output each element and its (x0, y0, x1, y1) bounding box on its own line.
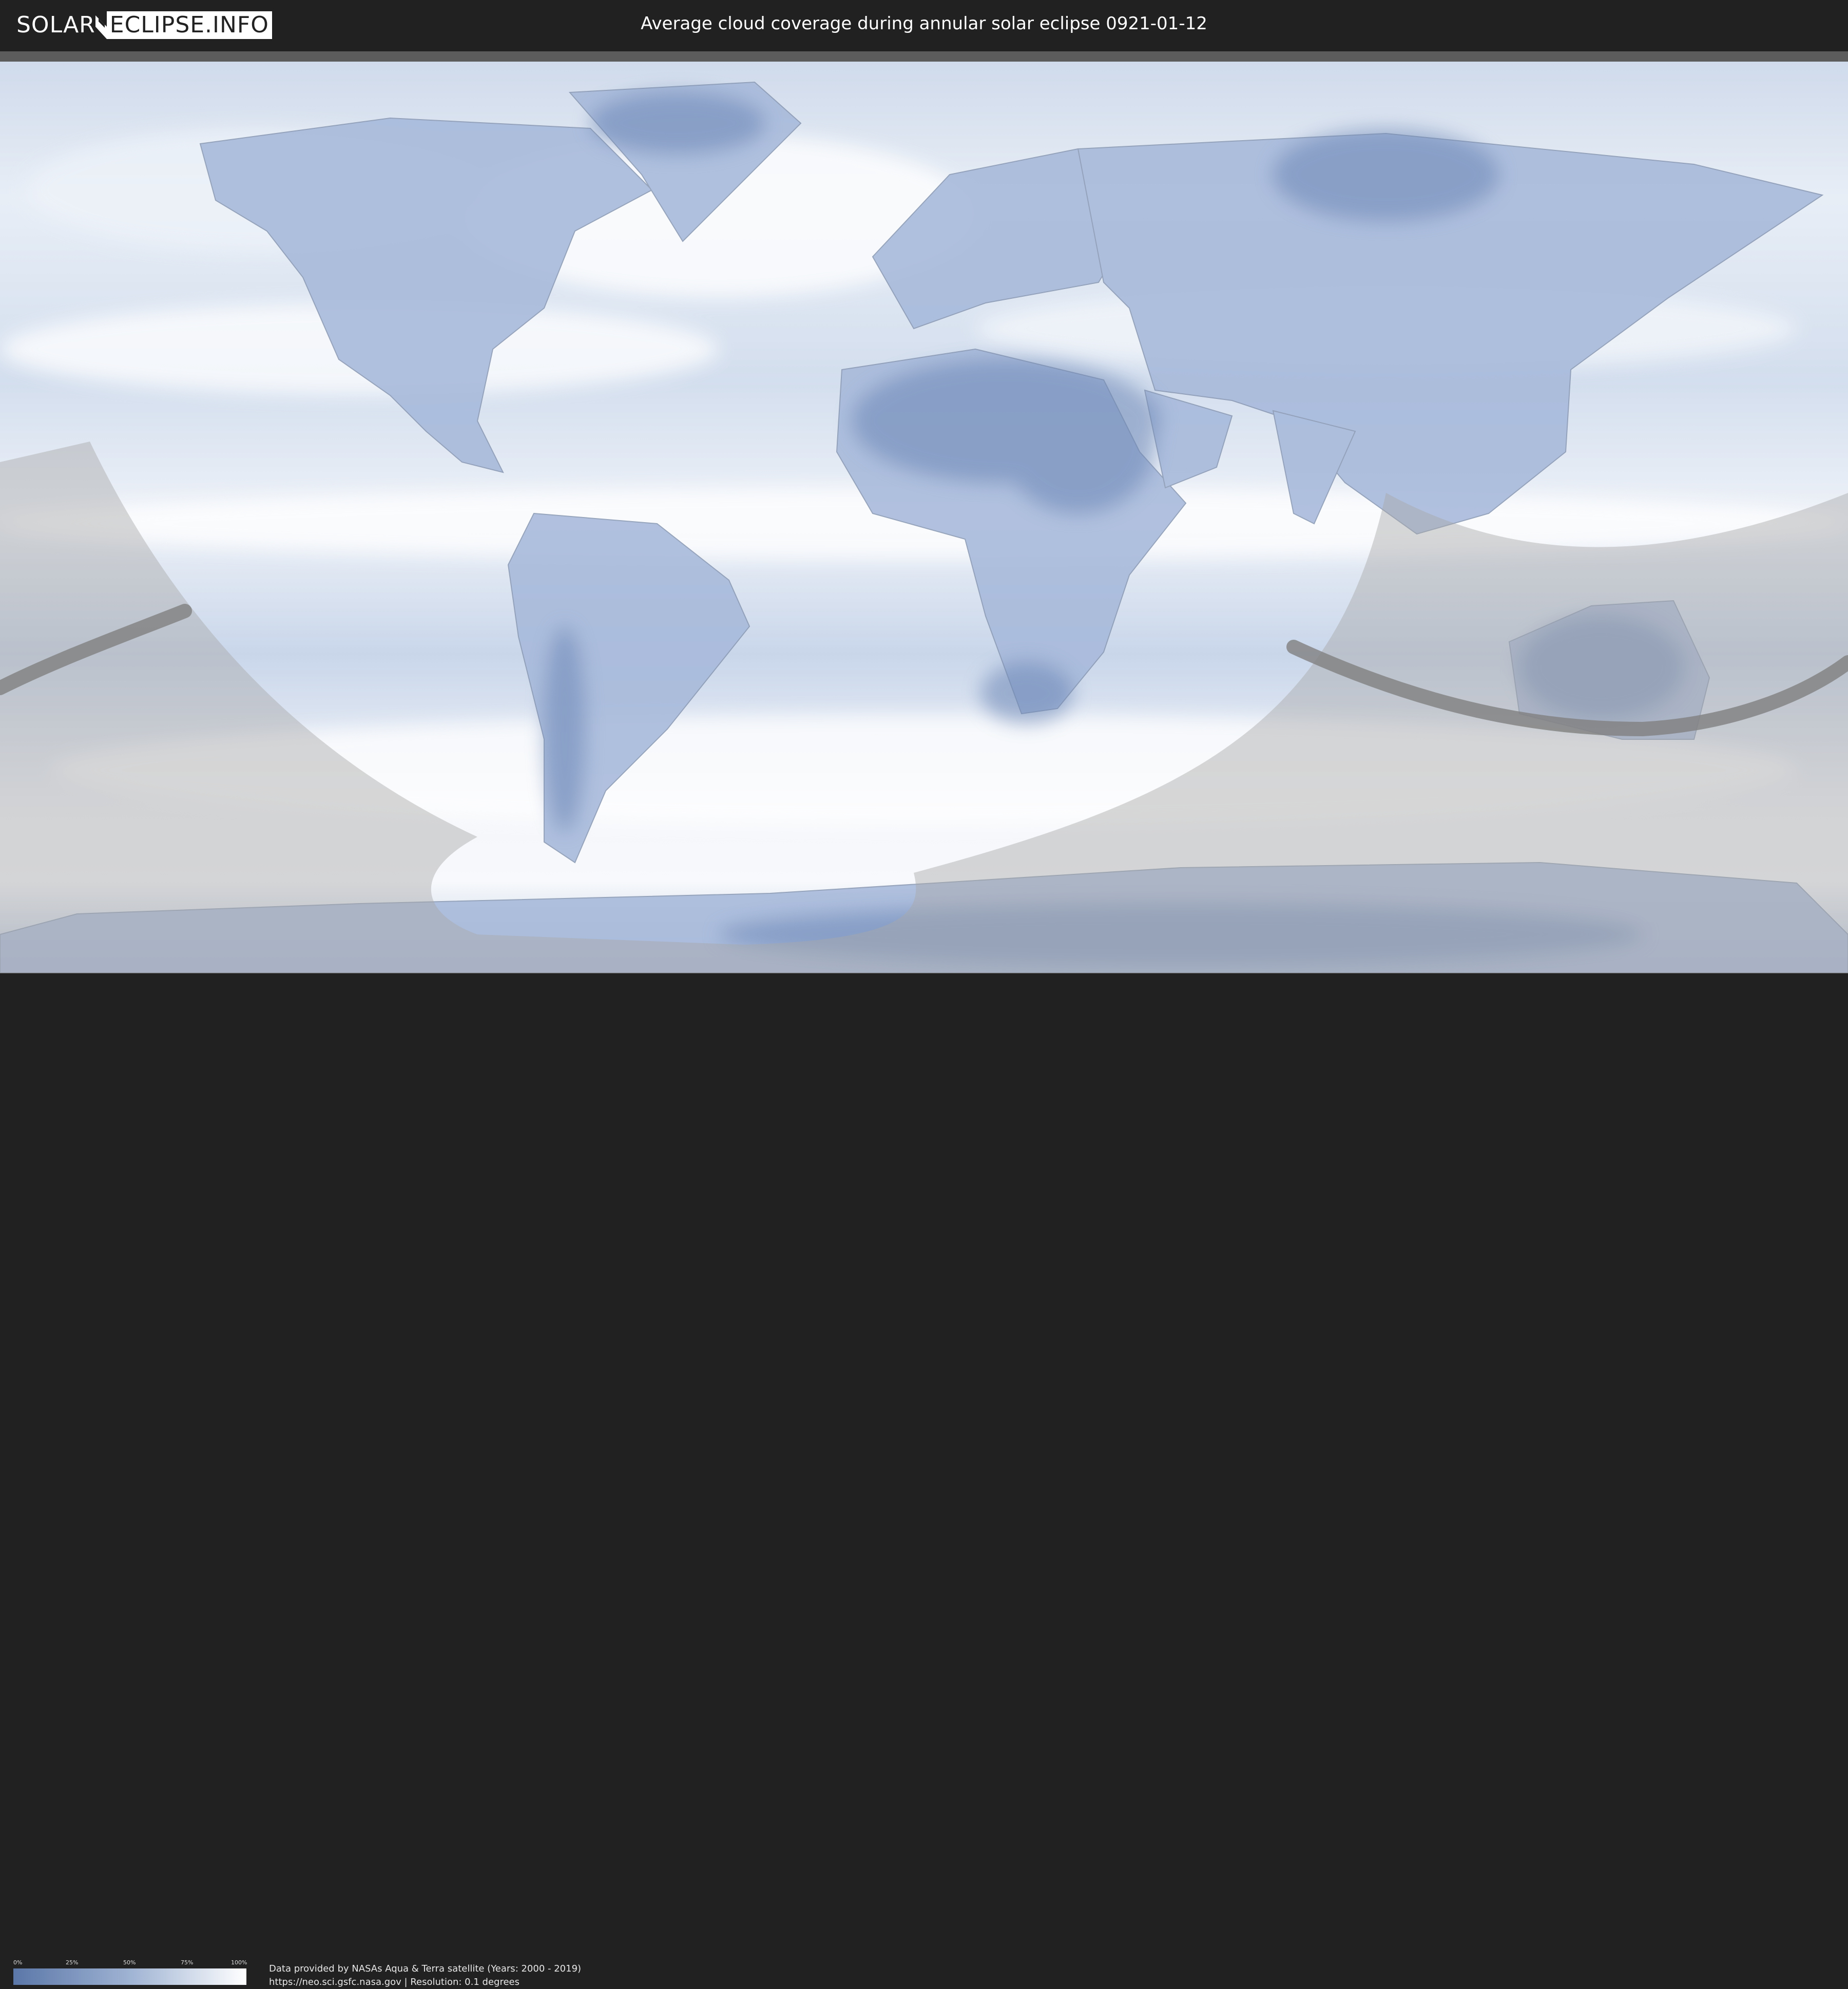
credit-line-source: Data provided by NASAs Aqua & Terra sate… (269, 1963, 582, 1974)
legend-gradient-bar (13, 1968, 246, 1985)
cloud-coverage-legend: 0% 25% 50% 75% 100% (13, 1959, 247, 1985)
footer-bar: 0% 25% 50% 75% 100% Data provided by NAS… (0, 973, 1848, 1987)
legend-ticks: 0% 25% 50% 75% 100% (13, 1959, 247, 1967)
legend-tick-75: 75% (181, 1959, 194, 1966)
legend-tick-100: 100% (231, 1959, 247, 1966)
page-title: Average cloud coverage during annular so… (641, 13, 1207, 34)
data-credits: Data provided by NASAs Aqua & Terra sate… (269, 1962, 581, 1989)
legend-tick-50: 50% (123, 1959, 136, 1966)
cloud-coverage-map[interactable] (0, 62, 1848, 973)
header-bar: SOLAR ECLIPSE.INFO Average cloud coverag… (0, 0, 1848, 51)
legend-tick-25: 25% (66, 1959, 79, 1966)
credit-line-url[interactable]: https://neo.sci.gsfc.nasa.gov | Resoluti… (269, 1976, 581, 1989)
legend-tick-0: 0% (13, 1959, 23, 1966)
